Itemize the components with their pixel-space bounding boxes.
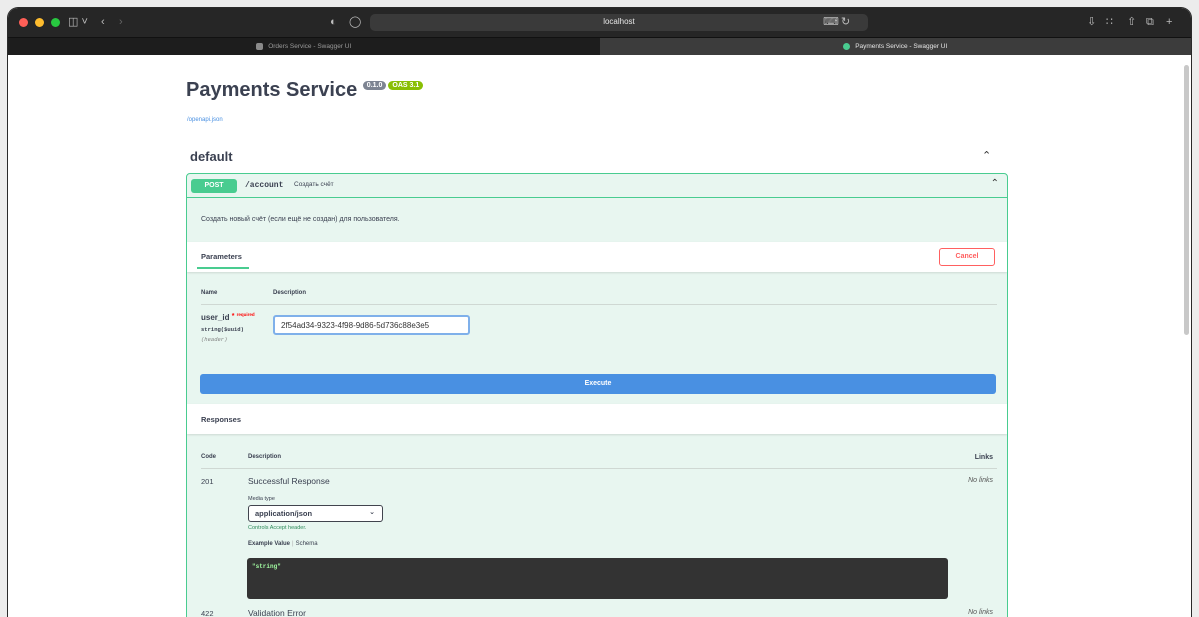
cancel-button[interactable]: Cancel	[939, 248, 995, 266]
tab-separator: |	[292, 541, 294, 547]
accept-header-note: Controls Accept header.	[248, 525, 307, 531]
tab-bar: Orders Service - Swagger UI Payments Ser…	[8, 37, 1191, 55]
parameters-header: Parameters Cancel	[187, 242, 1007, 272]
required-label: required	[236, 312, 255, 317]
response-links: No links	[968, 609, 993, 616]
share-icon[interactable]: ⇧	[1127, 15, 1136, 29]
tab-title: Orders Service - Swagger UI	[268, 43, 352, 50]
response-code: 422	[201, 609, 214, 617]
operation-description: Создать новый счёт (если ещё не создан) …	[201, 216, 400, 223]
media-type-label: Media type	[248, 496, 275, 502]
operation-summary[interactable]: POST /account Создать счёт ⌃	[187, 174, 1007, 198]
shield-icon[interactable]: ◯	[349, 15, 361, 29]
operation-path: /account	[245, 181, 284, 190]
browser-window: ◫ ˅ ‹ › ◐ ◯ ▤ localhost ⌨ ↻ ⇩ ∷ ⇧ ⧉ + Or…	[8, 8, 1191, 617]
required-star: *	[231, 313, 235, 320]
method-badge: POST	[191, 179, 237, 193]
window-controls	[19, 18, 60, 27]
column-header-code: Code	[201, 454, 216, 460]
operation-block-post-account: POST /account Создать счёт ⌃ Создать нов…	[186, 173, 1008, 617]
page-title: Payments Service 0.1.0 OAS 3.1	[186, 79, 424, 102]
response-description: Validation Error	[248, 608, 306, 617]
example-code-text: "string"	[252, 563, 281, 570]
zoom-window-button[interactable]	[51, 18, 60, 27]
chevron-up-icon[interactable]: ⌃	[982, 149, 991, 162]
download-icon[interactable]: ⇩	[1087, 15, 1096, 29]
column-header-description: Description	[273, 290, 307, 296]
chevron-down-icon: ⌄	[369, 509, 375, 516]
column-header-description: Description	[248, 454, 282, 460]
operation-summary-text: Создать счёт	[294, 181, 334, 188]
response-links: No links	[968, 477, 993, 484]
version-badge: 0.1.0	[362, 81, 387, 90]
title-bar: ◫ ˅ ‹ › ◐ ◯ ▤ localhost ⌨ ↻ ⇩ ∷ ⇧ ⧉ +	[8, 8, 1191, 37]
oas-badge: OAS 3.1	[388, 81, 424, 90]
tab-schema[interactable]: Schema	[296, 541, 318, 547]
chevron-up-icon[interactable]: ⌃	[991, 178, 999, 189]
user-id-input[interactable]	[273, 315, 470, 335]
param-name: user_id * required	[201, 312, 255, 322]
tabs-overview-icon[interactable]: ⧉	[1146, 15, 1154, 29]
reload-icon[interactable]: ↻	[841, 15, 850, 29]
tab-parameters[interactable]: Parameters	[201, 252, 242, 261]
tab-underline	[197, 267, 249, 269]
response-code: 201	[201, 477, 214, 486]
example-code-block: "string"	[247, 558, 948, 599]
execute-button[interactable]: Execute	[200, 374, 996, 394]
param-location: (header)	[201, 336, 228, 343]
divider	[201, 304, 997, 305]
minimize-window-button[interactable]	[35, 18, 44, 27]
divider	[201, 468, 997, 469]
responses-header: Responses	[187, 404, 1007, 434]
close-window-button[interactable]	[19, 18, 28, 27]
back-icon[interactable]: ‹	[101, 15, 105, 29]
tag-section-title[interactable]: default	[190, 149, 233, 164]
address-bar[interactable]: localhost	[370, 14, 868, 31]
media-type-select[interactable]: application/json ⌄	[248, 505, 383, 522]
param-name-text: user_id	[201, 313, 230, 322]
new-tab-icon[interactable]: +	[1166, 15, 1172, 29]
service-title: Payments Service	[186, 79, 358, 101]
forward-icon[interactable]: ›	[119, 15, 123, 29]
column-header-name: Name	[201, 290, 218, 296]
address-text: localhost	[603, 17, 635, 26]
openapi-json-link[interactable]: /openapi.json	[187, 117, 223, 123]
responses-title: Responses	[201, 415, 242, 424]
column-header-links: Links	[974, 454, 993, 461]
scrollbar[interactable]	[1184, 65, 1189, 335]
response-description: Successful Response	[248, 476, 330, 486]
tab-example-value[interactable]: Example Value	[248, 541, 290, 547]
media-type-value: application/json	[255, 509, 313, 518]
param-type: string($uuid)	[201, 326, 244, 333]
extensions-icon[interactable]: ∷	[1106, 15, 1113, 29]
tab-title: Payments Service - Swagger UI	[855, 43, 948, 50]
sidebar-icon[interactable]: ◫ ˅	[68, 15, 88, 29]
privacy-icon[interactable]: ◐	[330, 15, 337, 29]
tab-orders-service[interactable]: Orders Service - Swagger UI	[8, 38, 600, 55]
example-tabs: Example Value | Schema	[248, 541, 318, 547]
page-content: Payments Service 0.1.0 OAS 3.1 /openapi.j…	[8, 55, 1191, 617]
swagger-favicon-icon	[256, 43, 264, 50]
tab-payments-service[interactable]: Payments Service - Swagger UI	[599, 38, 1191, 55]
translate-icon[interactable]: ⌨	[823, 15, 839, 29]
swagger-favicon-icon	[843, 43, 851, 50]
